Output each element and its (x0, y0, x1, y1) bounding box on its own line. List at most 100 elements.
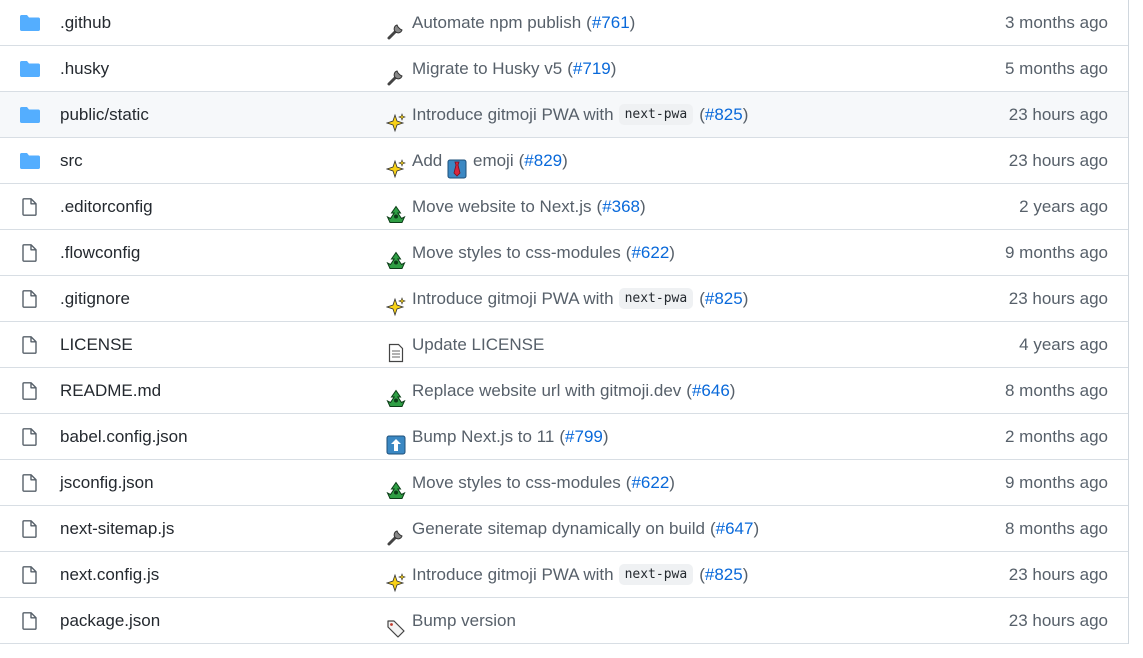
commit-message-link[interactable]: Generate sitemap dynamically on build (412, 506, 705, 551)
pull-request-link[interactable]: #647 (716, 519, 754, 538)
file-row[interactable]: .github Automate npm publish (#761) 3 month… (0, 0, 1128, 46)
pull-request-link[interactable]: #622 (631, 243, 669, 262)
pull-request-link[interactable]: #825 (705, 289, 743, 308)
commit-message: Migrate to Husky v5 (#719) (386, 46, 616, 91)
file-name-link[interactable]: .editorconfig (60, 184, 153, 229)
file-row[interactable]: babel.config.json Bump Next.js to 11 (#799… (0, 414, 1128, 460)
commit-message-link[interactable]: Automate npm publish (412, 0, 581, 45)
file-name-link[interactable]: public/static (60, 92, 149, 137)
commit-message: Move styles to css-modules (#622) (386, 460, 675, 505)
commit-message-link[interactable]: Update LICENSE (412, 322, 544, 367)
commit-message: Bump Next.js to 11 (#799) (386, 414, 609, 459)
commit-message-link[interactable]: Migrate to Husky v5 (412, 46, 562, 91)
commit-message-link[interactable]: Replace website url with gitmoji.dev (412, 368, 681, 413)
file-row[interactable]: package.json Bump version 23 hours ago (0, 598, 1128, 644)
commit-message: Add emoji (#829) (385, 138, 568, 183)
commit-message: Introduce gitmoji PWA with next-pwa (#825) (385, 276, 748, 321)
file-row[interactable]: .flowconfig Move styles to css-modules (#6… (0, 230, 1128, 276)
commit-message: Generate sitemap dynamically on build (#6… (386, 506, 759, 551)
commit-age: 2 years ago (1019, 197, 1108, 216)
commit-age: 9 months ago (1004, 243, 1108, 262)
pull-request-link[interactable]: #646 (692, 381, 730, 400)
necktie-icon (447, 151, 467, 178)
pull-request-link[interactable]: #761 (592, 13, 630, 32)
folder-icon (19, 60, 41, 78)
pull-request-link[interactable]: #799 (565, 427, 603, 446)
file-row[interactable]: jsconfig.json Move styles to css-modules(… (0, 460, 1128, 506)
commit-message-link[interactable]: Move styles to css-modules (412, 460, 621, 505)
commit-age: 4 years ago (1019, 335, 1108, 354)
commit-message-link[interactable]: emoji (473, 138, 514, 183)
pull-request-link[interactable]: #368 (602, 197, 640, 216)
commit-age: 23 hours ago (1008, 565, 1108, 584)
file-name-link[interactable]: README.md (60, 368, 161, 413)
file-row[interactable]: next.config.js Introduce gitmoji PWA with… (0, 552, 1128, 598)
sparkles-icon (385, 151, 406, 178)
commit-message: Introduce gitmoji PWA with next-pwa (#825) (385, 552, 748, 597)
pull-request-link[interactable]: #622 (631, 473, 669, 492)
file-row[interactable]: .gitignore Introduce gitmoji PWA with next… (0, 276, 1128, 322)
file-row[interactable]: src Add emoji (#829) 23 hours ago (0, 138, 1128, 184)
pull-request-link[interactable]: #825 (705, 105, 743, 124)
file-name-link[interactable]: babel.config.json (60, 414, 188, 459)
commit-message: Introduce gitmoji PWA with next-pwa (#825) (385, 92, 748, 137)
wrench-icon (386, 13, 406, 39)
file-name-link[interactable]: next.config.js (60, 552, 159, 597)
file-name-link[interactable]: .husky (60, 46, 109, 91)
file-icon (19, 382, 41, 400)
bookmark-icon (386, 611, 406, 638)
commit-message-link[interactable]: Bump Next.js to 11 (412, 414, 554, 459)
commit-message-link[interactable]: Add (412, 138, 442, 183)
commit-message: Move styles to css-modules (#622) (386, 230, 675, 275)
folder-icon (19, 14, 41, 32)
commit-message-link[interactable]: Move website to Next.js (412, 184, 592, 229)
file-name-link[interactable]: src (60, 138, 83, 183)
file-name-link[interactable]: .gitignore (60, 276, 130, 321)
file-name-link[interactable]: .flowconfig (60, 230, 140, 275)
file-name-link[interactable]: jsconfig.json (60, 460, 154, 505)
commit-age: 3 months ago (1004, 13, 1108, 32)
commit-age: 8 months ago (1004, 519, 1108, 538)
commit-message: Replace website url with gitmoji.dev (#64… (386, 368, 735, 413)
file-row[interactable]: .husky Migrate to Husky v5 (#719) 5 months … (0, 46, 1128, 92)
file-name-link[interactable]: next-sitemap.js (60, 506, 174, 551)
commit-age: 8 months ago (1004, 381, 1108, 400)
file-row[interactable]: next-sitemap.js Generate sitemap dynamica… (0, 506, 1128, 552)
commit-message: Update LICENSE (386, 322, 544, 367)
recycle-icon (386, 381, 406, 407)
file-icon (19, 520, 41, 538)
commit-message-link[interactable]: Introduce gitmoji PWA with (412, 552, 614, 597)
recycle-icon (386, 243, 406, 269)
file-list: .github Automate npm publish (#761) 3 month… (0, 0, 1129, 644)
commit-age: 23 hours ago (1008, 151, 1108, 170)
file-icon (19, 428, 41, 446)
commit-message-link[interactable]: Bump version (412, 598, 516, 643)
commit-message-link[interactable]: Move styles to css-modules (412, 230, 621, 275)
file-icon (19, 612, 41, 630)
commit-message: Bump version (386, 598, 516, 643)
file-name-link[interactable]: LICENSE (60, 322, 133, 367)
commit-message-link[interactable]: Introduce gitmoji PWA with (412, 276, 614, 321)
inline-code: next-pwa (618, 564, 694, 585)
file-row[interactable]: README.md Replace website url with gitmoj… (0, 368, 1128, 414)
sparkles-icon (385, 565, 406, 592)
commit-age: 23 hours ago (1008, 105, 1108, 124)
file-icon (19, 244, 41, 262)
sparkles-icon (385, 105, 406, 132)
folder-icon (19, 152, 41, 170)
file-row[interactable]: .editorconfig Move website to Next.js (#36… (0, 184, 1128, 230)
file-row[interactable]: public/static Introduce gitmoji PWA with n… (0, 92, 1128, 138)
pull-request-link[interactable]: #719 (573, 59, 611, 78)
page-icon (386, 335, 406, 362)
folder-icon (19, 106, 41, 124)
pull-request-link[interactable]: #829 (524, 151, 562, 170)
file-name-link[interactable]: package.json (60, 598, 160, 643)
commit-message-link[interactable]: Introduce gitmoji PWA with (412, 92, 614, 137)
recycle-icon (386, 197, 406, 223)
file-name-link[interactable]: .github (60, 0, 111, 45)
file-row[interactable]: LICENSE Update LICENSE 4 years ago (0, 322, 1128, 368)
file-icon (19, 566, 41, 584)
file-icon (19, 290, 41, 308)
pull-request-link[interactable]: #825 (705, 565, 743, 584)
inline-code: next-pwa (618, 288, 694, 309)
